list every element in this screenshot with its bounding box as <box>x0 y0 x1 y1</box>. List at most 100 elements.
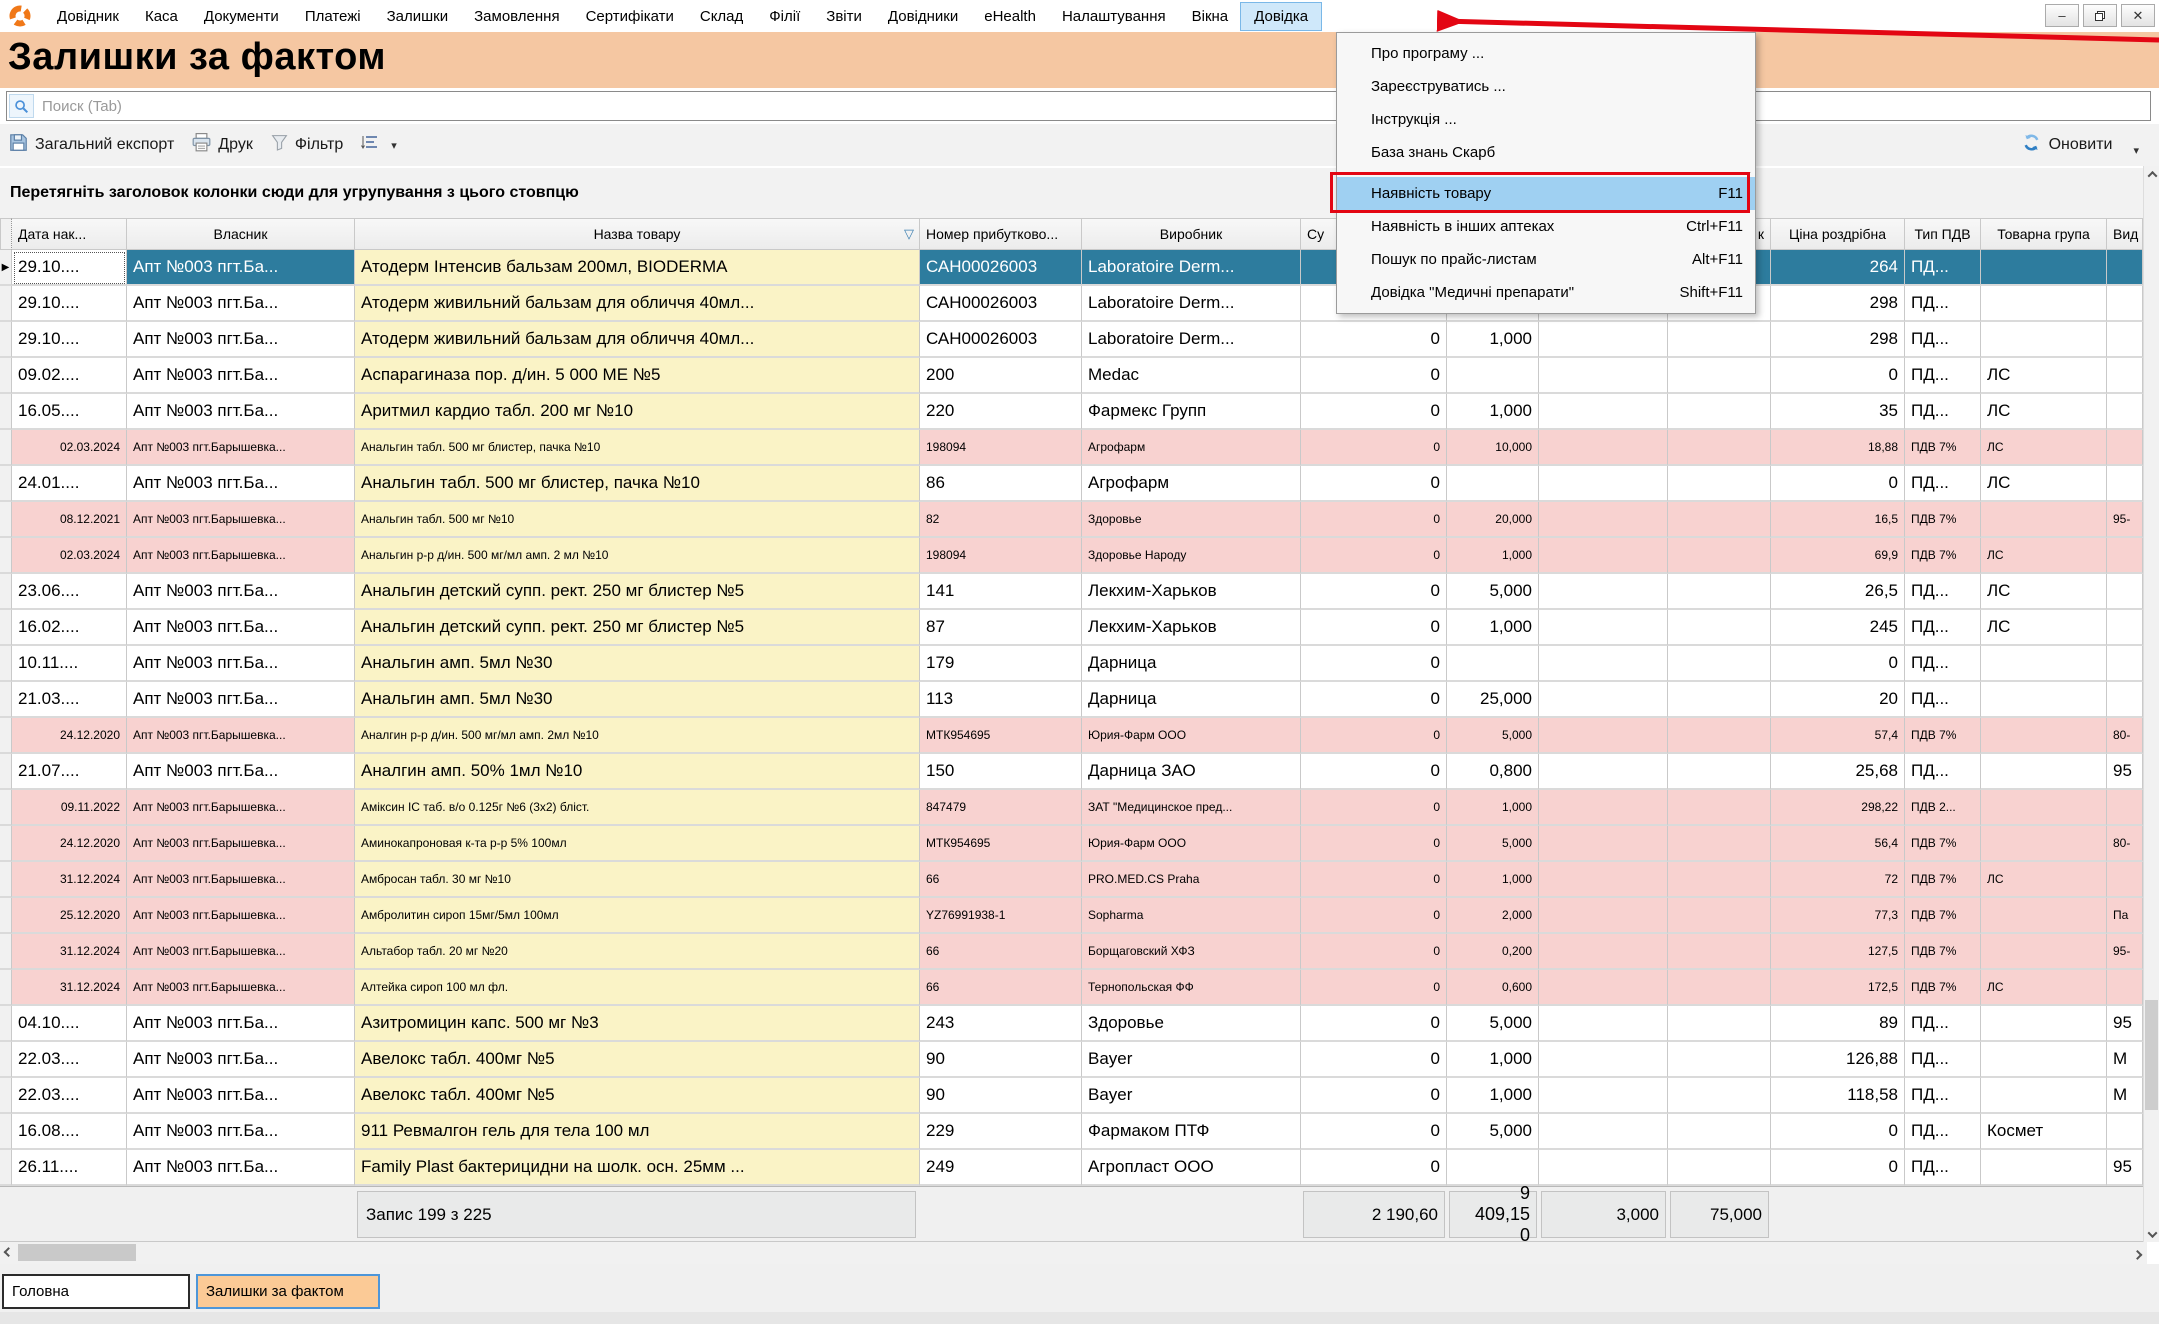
cell-price[interactable]: 18,88 <box>1771 430 1905 466</box>
cell-number[interactable]: 150 <box>920 754 1082 790</box>
row-selector[interactable] <box>0 898 12 934</box>
cell-manufacturer[interactable]: Фармаком ПТФ <box>1082 1114 1301 1150</box>
scroll-right-icon[interactable] <box>2129 1245 2145 1261</box>
cell-vat[interactable]: ПДВ 7% <box>1905 826 1981 862</box>
cell-name[interactable]: Атодерм живильний бальзам для обличчя 40… <box>355 322 920 358</box>
cell-vat[interactable]: ПДВ 7% <box>1905 430 1981 466</box>
cell-qty[interactable]: 1,000 <box>1447 394 1539 430</box>
cell-qty[interactable]: 1,000 <box>1447 610 1539 646</box>
cell-manufacturer[interactable]: Агропласт ООО <box>1082 1150 1301 1186</box>
cell-group[interactable] <box>1981 502 2107 538</box>
cell-name[interactable]: Амбролитин сироп 15мг/5мл 100мл <box>355 898 920 934</box>
cell-vat[interactable]: ПД... <box>1905 1150 1981 1186</box>
cell-group[interactable] <box>1981 1042 2107 1078</box>
cell-vat[interactable]: ПДВ 2... <box>1905 790 1981 826</box>
cell-su[interactable]: 0 <box>1301 502 1447 538</box>
cell-number[interactable]: 198094 <box>920 538 1082 574</box>
cell-name[interactable]: Аналгин р-р д/ин. 500 мг/мл амп. 2мл №10 <box>355 718 920 754</box>
cell-date[interactable]: 02.03.2024 <box>12 430 127 466</box>
cell-number[interactable]: 86 <box>920 466 1082 502</box>
cell-date[interactable]: 31.12.2024 <box>12 934 127 970</box>
cell-name[interactable]: Анальгин табл. 500 мг блистер, пачка №10 <box>355 466 920 502</box>
cell-qty[interactable]: 10,000 <box>1447 430 1539 466</box>
cell-b[interactable] <box>1668 898 1771 934</box>
cell-b[interactable] <box>1668 718 1771 754</box>
cell-group[interactable] <box>1981 286 2107 322</box>
cell-manufacturer[interactable]: Дарница ЗАО <box>1082 754 1301 790</box>
cell-price[interactable]: 72 <box>1771 862 1905 898</box>
row-selector[interactable] <box>0 826 12 862</box>
cell-extra[interactable]: М <box>2107 1078 2143 1114</box>
cell-qty[interactable]: 1,000 <box>1447 862 1539 898</box>
table-row[interactable]: 02.03.2024Апт №003 пгт.Барышевка...Аналь… <box>0 538 2143 574</box>
cell-date[interactable]: 09.11.2022 <box>12 790 127 826</box>
row-selector[interactable] <box>0 1042 12 1078</box>
restore-button[interactable] <box>2083 4 2117 27</box>
cell-qty[interactable]: 5,000 <box>1447 1006 1539 1042</box>
cell-number[interactable]: 82 <box>920 502 1082 538</box>
cell-number[interactable]: САН00026003 <box>920 250 1082 286</box>
cell-extra[interactable] <box>2107 1114 2143 1150</box>
cell-qty[interactable]: 1,000 <box>1447 1078 1539 1114</box>
cell-group[interactable] <box>1981 718 2107 754</box>
cell-date[interactable]: 22.03.... <box>12 1078 127 1114</box>
menubar-item[interactable]: Каса <box>132 3 191 30</box>
cell-a[interactable] <box>1539 1078 1668 1114</box>
table-row[interactable]: 09.02....Апт №003 пгт.Ба...Аспарагиназа … <box>0 358 2143 394</box>
cell-a[interactable] <box>1539 430 1668 466</box>
cell-number[interactable]: 198094 <box>920 430 1082 466</box>
cell-name[interactable]: Анальгин детский супп. рект. 250 мг блис… <box>355 574 920 610</box>
help-menu-item[interactable]: Наявність товаруF11 <box>1337 177 1755 210</box>
cell-group[interactable] <box>1981 322 2107 358</box>
cell-date[interactable]: 16.05.... <box>12 394 127 430</box>
cell-extra[interactable]: 95 <box>2107 754 2143 790</box>
cell-date[interactable]: 21.03.... <box>12 682 127 718</box>
cell-extra[interactable] <box>2107 358 2143 394</box>
cell-extra[interactable] <box>2107 646 2143 682</box>
cell-vat[interactable]: ПД... <box>1905 466 1981 502</box>
cell-manufacturer[interactable]: Юрия-Фарм ООО <box>1082 826 1301 862</box>
cell-name[interactable]: Анальгин табл. 500 мг №10 <box>355 502 920 538</box>
cell-su[interactable]: 0 <box>1301 898 1447 934</box>
cell-number[interactable]: САН00026003 <box>920 322 1082 358</box>
cell-price[interactable]: 0 <box>1771 646 1905 682</box>
help-menu-item[interactable]: Зареєструватись ... <box>1337 70 1755 103</box>
row-selector[interactable] <box>0 718 12 754</box>
cell-owner[interactable]: Апт №003 пгт.Барышевка... <box>127 718 355 754</box>
cell-qty[interactable]: 1,000 <box>1447 322 1539 358</box>
cell-vat[interactable]: ПД... <box>1905 286 1981 322</box>
cell-su[interactable]: 0 <box>1301 430 1447 466</box>
cell-b[interactable] <box>1668 322 1771 358</box>
cell-date[interactable]: 31.12.2024 <box>12 862 127 898</box>
cell-extra[interactable] <box>2107 970 2143 1006</box>
cell-a[interactable] <box>1539 538 1668 574</box>
table-row[interactable]: ▶29.10....Апт №003 пгт.Ба...Атодерм Інте… <box>0 250 2143 286</box>
cell-name[interactable]: Аминокапроновая к-та р-р 5% 100мл <box>355 826 920 862</box>
cell-name[interactable]: Атодерм Інтенсив бальзам 200мл, BIODERMA <box>355 250 920 286</box>
cell-b[interactable] <box>1668 1078 1771 1114</box>
tab-stock-by-fact[interactable]: Залишки за фактом <box>196 1274 380 1309</box>
cell-owner[interactable]: Апт №003 пгт.Ба... <box>127 754 355 790</box>
row-selector[interactable] <box>0 466 12 502</box>
cell-name[interactable]: Анальгин детский супп. рект. 250 мг блис… <box>355 610 920 646</box>
cell-manufacturer[interactable]: Юрия-Фарм ООО <box>1082 718 1301 754</box>
cell-number[interactable]: 200 <box>920 358 1082 394</box>
cell-a[interactable] <box>1539 1114 1668 1150</box>
cell-name[interactable]: Анальгин амп. 5мл №30 <box>355 646 920 682</box>
cell-b[interactable] <box>1668 1006 1771 1042</box>
cell-qty[interactable]: 5,000 <box>1447 574 1539 610</box>
cell-qty[interactable]: 1,000 <box>1447 1042 1539 1078</box>
cell-extra[interactable]: 80- <box>2107 718 2143 754</box>
column-filter-icon[interactable]: ▽ <box>904 226 914 242</box>
close-button[interactable]: ✕ <box>2121 4 2155 27</box>
row-selector[interactable] <box>0 970 12 1006</box>
cell-manufacturer[interactable]: Дарница <box>1082 646 1301 682</box>
cell-vat[interactable]: ПДВ 7% <box>1905 538 1981 574</box>
cell-group[interactable] <box>1981 1006 2107 1042</box>
cell-owner[interactable]: Апт №003 пгт.Барышевка... <box>127 826 355 862</box>
cell-su[interactable]: 0 <box>1301 538 1447 574</box>
cell-name[interactable]: Аспарагиназа пор. д/ин. 5 000 МЕ №5 <box>355 358 920 394</box>
cell-group[interactable] <box>1981 1150 2107 1186</box>
cell-a[interactable] <box>1539 718 1668 754</box>
row-selector[interactable] <box>0 790 12 826</box>
